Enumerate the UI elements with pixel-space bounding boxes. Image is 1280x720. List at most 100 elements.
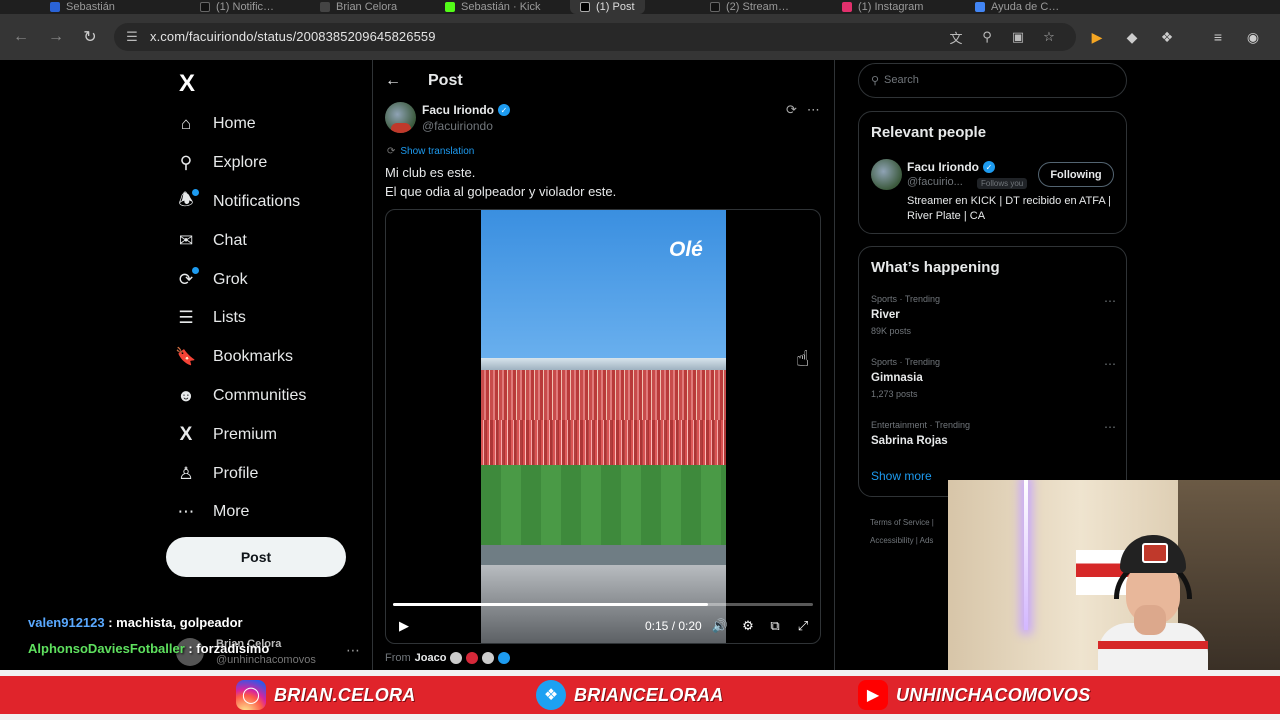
twitter-text: BRIANCELORAA <box>574 684 724 705</box>
following-button[interactable]: Following <box>1038 162 1114 187</box>
tab-label: Ayuda de C… <box>991 1 1060 13</box>
site-info-icon[interactable]: ☰ <box>122 27 142 47</box>
more-dots-icon[interactable]: ⋯ <box>807 102 820 118</box>
football-pitch <box>481 465 726 545</box>
browser-tab[interactable]: (1) Instagram <box>842 0 923 14</box>
sidebar-item-chat[interactable]: ✉ Chat <box>170 221 360 260</box>
browser-tab[interactable]: Sebastián <box>50 0 115 14</box>
forward-arrow-icon[interactable]: → <box>45 26 67 48</box>
person-avatar[interactable] <box>871 159 902 190</box>
browser-tab[interactable]: Brian Celora <box>320 0 397 14</box>
card-title: What’s happening <box>871 259 1000 276</box>
tab-label: (2) Stream… <box>726 1 789 13</box>
author-handle[interactable]: @facuiriondo <box>422 119 493 133</box>
tab-label: (1) Notific… <box>216 1 275 13</box>
badge-icon <box>482 652 495 664</box>
sidebar-item-communities[interactable]: ☻ Communities <box>170 377 360 416</box>
reload-icon[interactable]: ↻ <box>79 26 101 48</box>
tab-favicon <box>50 2 60 12</box>
trend-item[interactable]: Sports · Trending Gimnasia 1,273 posts ⋯ <box>871 357 1116 399</box>
bookmark-star-icon[interactable]: ☆ <box>1039 27 1059 47</box>
sidebar-item-grok[interactable]: ⟳ Grok <box>170 260 360 299</box>
extensions-puzzle-icon[interactable]: ❖ <box>1156 26 1178 48</box>
more-dots-icon[interactable]: ⋯ <box>1104 357 1116 371</box>
show-more-link[interactable]: Show more <box>871 469 932 483</box>
tab-label: Brian Celora <box>336 1 398 13</box>
card-title: Relevant people <box>871 124 987 141</box>
twitter-bird-icon: ❖ <box>536 680 566 710</box>
sidebar-item-label: Premium <box>213 425 278 443</box>
person-name[interactable]: Facu Iriondo ✓ <box>907 160 995 174</box>
browser-tab[interactable]: (2) Stream… <box>710 0 789 14</box>
sidebar-item-explore[interactable]: ⚲ Explore <box>170 144 360 183</box>
x-logo[interactable]: X <box>173 70 201 97</box>
footer-link[interactable]: Terms of Service | <box>870 514 934 532</box>
sidebar-item-home[interactable]: ⌂ Home <box>170 105 360 144</box>
play-icon[interactable]: ▶ <box>396 616 412 636</box>
footer-link[interactable]: Accessibility | Ads <box>870 532 934 550</box>
trend-item[interactable]: Entertainment · Trending Sabrina Rojas ⋯ <box>871 420 1116 447</box>
tab-favicon <box>445 2 455 12</box>
tab-label: (1) Post <box>596 1 635 13</box>
video-progress-bar[interactable] <box>393 603 813 606</box>
back-arrow-icon[interactable]: ← <box>10 26 32 48</box>
from-name[interactable]: Joaco <box>415 652 447 664</box>
grok-icon[interactable]: ⟳ <box>786 102 797 118</box>
author-name-text: Facu Iriondo <box>422 103 494 117</box>
tab-favicon <box>842 2 852 12</box>
back-arrow-icon[interactable]: ← <box>385 72 405 90</box>
video-frame: Olé <box>481 210 726 643</box>
address-bar[interactable]: ☰ x.com/facuiriondo/status/2008385209645… <box>114 23 1076 51</box>
sidebar-item-notifications[interactable]: 🕭 Notifications <box>170 183 360 222</box>
sidebar-item-more[interactable]: ⋯ More <box>170 493 360 532</box>
zoom-icon[interactable]: ⚲ <box>977 27 997 47</box>
settings-gear-icon[interactable]: ⚙ <box>739 616 757 636</box>
bookmark-icon: 🔖 <box>175 347 197 367</box>
author-avatar[interactable] <box>385 102 416 133</box>
fullscreen-icon[interactable]: ⤢ <box>794 616 812 636</box>
grok-icon: ⟳ <box>175 266 199 291</box>
more-dots-icon[interactable]: ⋯ <box>1104 420 1116 434</box>
trend-item[interactable]: Sports · Trending River 89K posts ⋯ <box>871 294 1116 336</box>
browser-tab[interactable]: (1) Notific… <box>200 0 274 14</box>
post-header: ← Post <box>385 68 463 94</box>
person-bio: Streamer en KICK | DT recibido en ATFA |… <box>907 195 1112 222</box>
translate-icon[interactable]: 文 <box>946 27 966 47</box>
browser-tab[interactable]: Ayuda de C… <box>975 0 1059 14</box>
profile-avatar-icon[interactable]: ◉ <box>1242 26 1264 48</box>
volume-icon[interactable]: 🔊 <box>711 616 729 636</box>
show-translation-link[interactable]: ⟳ Show translation <box>387 146 474 157</box>
verified-badge-icon <box>498 652 511 664</box>
youtube-icon: ▶ <box>858 680 888 710</box>
browser-tab[interactable]: Sebastián · Kick <box>445 0 540 14</box>
extension-diamond-icon[interactable]: ◆ <box>1121 26 1143 48</box>
streamer-cap <box>1120 535 1186 573</box>
streamer <box>1098 535 1208 670</box>
search-input[interactable]: ⚲ Search <box>858 63 1127 98</box>
page-title: Post <box>428 72 463 89</box>
column-divider <box>372 60 373 670</box>
author-name[interactable]: Facu Iriondo ✓ <box>422 103 510 117</box>
media-controls-icon[interactable]: ≡ <box>1207 26 1229 48</box>
install-app-icon[interactable]: ▣ <box>1008 27 1028 47</box>
extension-play-icon[interactable]: ▶ <box>1086 26 1108 48</box>
sidebar-item-lists[interactable]: ☰ Lists <box>170 299 360 338</box>
search-placeholder: Search <box>884 74 919 86</box>
sidebar-item-label: Grok <box>213 270 248 288</box>
sidebar-item-premium[interactable]: X Premium <box>170 415 360 454</box>
streamer-hand <box>1134 605 1166 635</box>
browser-tab-active[interactable]: (1) Post <box>570 0 645 14</box>
video-player[interactable]: Olé ▶ 0:15 / 0:20 🔊 ⚙ ⧉ ⤢ <box>385 209 821 644</box>
search-icon: ⚲ <box>871 75 880 87</box>
more-dots-icon[interactable]: ⋯ <box>1104 294 1116 308</box>
stadium-stands-lower <box>481 420 726 465</box>
stadium-roof <box>481 358 726 370</box>
sidebar-item-bookmarks[interactable]: 🔖 Bookmarks <box>170 338 360 377</box>
trend-name: Sabrina Rojas <box>871 435 948 447</box>
post-button[interactable]: Post <box>166 537 346 577</box>
sidebar-item-profile[interactable]: ♙ Profile <box>170 454 360 493</box>
twitter-handle: ❖ BRIANCELORAA <box>536 676 724 714</box>
pip-icon[interactable]: ⧉ <box>766 616 784 636</box>
sidebar-item-label: Home <box>213 115 256 133</box>
trend-count: 1,273 posts <box>871 389 918 399</box>
